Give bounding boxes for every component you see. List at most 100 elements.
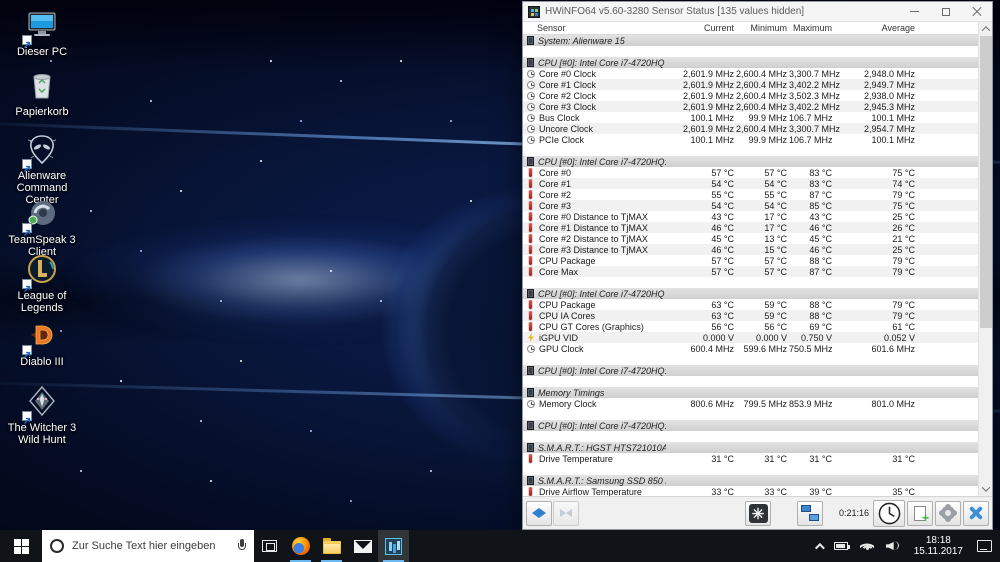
gear-icon bbox=[941, 506, 955, 520]
scrollbar-thumb[interactable] bbox=[980, 36, 992, 328]
sensor-icon bbox=[527, 81, 535, 89]
vertical-scrollbar[interactable] bbox=[978, 22, 992, 496]
desktop-icon-label: Papierkorb bbox=[15, 106, 68, 118]
collapse-columns-button[interactable] bbox=[553, 501, 579, 526]
microphone-icon[interactable] bbox=[238, 539, 246, 553]
sensor-label: Uncore Clock bbox=[539, 124, 593, 134]
sensor-row[interactable]: Core #3 54 °C 54 °C 85 °C 75 °C bbox=[523, 200, 978, 211]
sensor-section-row[interactable]: System: Alienware 15 bbox=[523, 35, 978, 46]
desktop-icon-alienware-command-center[interactable]: Alienware Command Center bbox=[0, 132, 84, 206]
desktop-icon-teamspeak[interactable]: TeamSpeak 3 Client bbox=[0, 196, 84, 258]
sensor-maximum-value: 85 °C bbox=[789, 201, 834, 211]
sensor-label: Core #0 bbox=[539, 168, 571, 178]
sensor-maximum-value: 3,300.7 MHz bbox=[789, 69, 834, 79]
sensor-row[interactable]: CPU GT Cores (Graphics) 56 °C 56 °C 69 °… bbox=[523, 321, 978, 332]
sensor-icon bbox=[529, 245, 532, 254]
sensor-row[interactable]: Core #1 54 °C 54 °C 83 °C 74 °C bbox=[523, 178, 978, 189]
sensor-row[interactable]: iGPU VID 0.000 V 0.000 V 0.750 V 0.052 V bbox=[523, 332, 978, 343]
maximize-button[interactable] bbox=[930, 2, 961, 21]
close-button[interactable] bbox=[961, 2, 992, 21]
sensor-average-value: 79 °C bbox=[834, 300, 917, 310]
sensor-section-row[interactable]: CPU [#0]: Intel Core i7-4720HQ bbox=[523, 288, 978, 299]
sensor-row[interactable]: Core #1 Distance to TjMAX 46 °C 17 °C 46… bbox=[523, 222, 978, 233]
search-input[interactable] bbox=[72, 540, 230, 552]
sensor-section-row[interactable]: CPU [#0]: Intel Core i7-4720HQ: C-State … bbox=[523, 365, 978, 376]
sensor-row[interactable]: CPU Package 63 °C 59 °C 88 °C 79 °C bbox=[523, 299, 978, 310]
scroll-up-arrow-icon[interactable] bbox=[979, 22, 993, 36]
close-icon bbox=[972, 7, 982, 17]
window-titlebar[interactable]: HWiNFO64 v5.60-3280 Sensor Status [135 v… bbox=[523, 2, 992, 22]
sensor-icon bbox=[527, 366, 534, 375]
taskbar-app-mail[interactable] bbox=[347, 530, 378, 562]
sensor-section-row[interactable]: S.M.A.R.T.: Samsung SSD 850 EVO M.2 500G… bbox=[523, 475, 978, 486]
expand-columns-button[interactable] bbox=[526, 501, 552, 526]
exit-button[interactable] bbox=[963, 501, 989, 526]
sensor-row[interactable]: Drive Airflow Temperature 33 °C 33 °C 39… bbox=[523, 486, 978, 496]
sensor-current-value: 2,601.9 MHz bbox=[666, 69, 736, 79]
start-button[interactable] bbox=[0, 530, 42, 562]
desktop-icon-dieser-pc[interactable]: Dieser PC bbox=[0, 8, 84, 58]
sensor-icon bbox=[527, 421, 534, 430]
logging-clock-button[interactable] bbox=[873, 500, 905, 527]
task-view-button[interactable] bbox=[254, 530, 285, 562]
sensor-row[interactable]: PCIe Clock 100.1 MHz 99.9 MHz 106.7 MHz … bbox=[523, 134, 978, 145]
sensor-current-value: 2,601.9 MHz bbox=[666, 91, 736, 101]
settings-button[interactable] bbox=[935, 501, 961, 526]
tray-clock[interactable]: 18:18 15.11.2017 bbox=[908, 535, 969, 557]
sensor-row[interactable]: CPU Package 57 °C 57 °C 88 °C 79 °C bbox=[523, 255, 978, 266]
sensor-row[interactable]: Core #3 Clock 2,601.9 MHz 2,600.4 MHz 3,… bbox=[523, 101, 978, 112]
tray-wifi-button[interactable] bbox=[856, 530, 878, 562]
sensor-row[interactable]: Bus Clock 100.1 MHz 99.9 MHz 106.7 MHz 1… bbox=[523, 112, 978, 123]
action-center-button[interactable] bbox=[973, 530, 996, 562]
minimize-button[interactable] bbox=[899, 2, 930, 21]
sensor-section-row[interactable]: S.M.A.R.T.: HGST HTS721010A9E630 (JR100X… bbox=[523, 442, 978, 453]
desktop-icon-witcher-3[interactable]: The Witcher 3 Wild Hunt bbox=[0, 384, 84, 446]
sensor-row[interactable]: Core #1 Clock 2,601.9 MHz 2,600.4 MHz 3,… bbox=[523, 79, 978, 90]
desktop-icon-diablo-3[interactable]: Diablo III bbox=[0, 318, 84, 368]
desktop-icon-papierkorb[interactable]: Papierkorb bbox=[0, 68, 84, 118]
sensor-row[interactable]: Core #0 57 °C 57 °C 83 °C 75 °C bbox=[523, 167, 978, 178]
sensor-section-row[interactable]: CPU [#0]: Intel Core i7-4720HQ bbox=[523, 57, 978, 68]
sensor-row[interactable]: Memory Clock 800.6 MHz 799.5 MHz 853.9 M… bbox=[523, 398, 978, 409]
report-button[interactable] bbox=[907, 501, 933, 526]
sensor-maximum-value: 853.9 MHz bbox=[789, 399, 834, 409]
computer-icon bbox=[24, 8, 60, 44]
sensor-row[interactable]: CPU IA Cores 63 °C 59 °C 88 °C 79 °C bbox=[523, 310, 978, 321]
sensor-row[interactable]: Core #2 Distance to TjMAX 45 °C 13 °C 45… bbox=[523, 233, 978, 244]
scroll-down-arrow-icon[interactable] bbox=[979, 482, 993, 496]
sensor-icon bbox=[527, 136, 535, 144]
sensor-row[interactable]: Core #3 Distance to TjMAX 46 °C 15 °C 46… bbox=[523, 244, 978, 255]
tray-chevron-up-button[interactable] bbox=[811, 530, 826, 562]
sensor-label: CPU [#0]: Intel Core i7-4720HQ bbox=[538, 58, 665, 68]
desktop-icon-league-of-legends[interactable]: League of Legends bbox=[0, 252, 84, 314]
sensor-section-row[interactable]: Memory Timings bbox=[523, 387, 978, 398]
sensor-row[interactable]: Drive Temperature 31 °C 31 °C 31 °C 31 °… bbox=[523, 453, 978, 464]
sensor-icon bbox=[529, 256, 532, 265]
sensor-row[interactable]: Core #2 Clock 2,601.9 MHz 2,600.4 MHz 3,… bbox=[523, 90, 978, 101]
sensor-maximum-value: 106.7 MHz bbox=[789, 135, 834, 145]
sensor-label: Core #2 Distance to TjMAX bbox=[539, 234, 648, 244]
sensor-section-row[interactable]: CPU [#0]: Intel Core i7-4720HQ: Performa… bbox=[523, 420, 978, 431]
sensor-spacer-row bbox=[523, 376, 978, 387]
sensor-row[interactable]: GPU Clock 600.4 MHz 599.6 MHz 750.5 MHz … bbox=[523, 343, 978, 354]
taskbar-search[interactable] bbox=[42, 530, 254, 562]
sensor-row[interactable]: Core Max 57 °C 57 °C 87 °C 79 °C bbox=[523, 266, 978, 277]
sensor-row[interactable]: Core #0 Distance to TjMAX 43 °C 17 °C 43… bbox=[523, 211, 978, 222]
teamspeak-icon bbox=[24, 196, 60, 232]
sensor-row[interactable]: Core #2 55 °C 55 °C 87 °C 79 °C bbox=[523, 189, 978, 200]
taskbar-app-file-explorer[interactable] bbox=[316, 530, 347, 562]
fan-control-button[interactable] bbox=[745, 501, 771, 526]
taskbar-app-hwinfo[interactable] bbox=[378, 530, 409, 562]
arrow-left-icon bbox=[532, 508, 539, 518]
column-header-maximum: Maximum bbox=[789, 23, 834, 33]
tray-volume-button[interactable] bbox=[882, 530, 904, 562]
window-statusbar: 0:21:16 bbox=[523, 496, 992, 529]
sensor-row[interactable]: Core #0 Clock 2,601.9 MHz 2,600.4 MHz 3,… bbox=[523, 68, 978, 79]
remote-monitoring-button[interactable] bbox=[797, 501, 823, 526]
sensor-section-row[interactable]: CPU [#0]: Intel Core i7-4720HQ: DTS bbox=[523, 156, 978, 167]
tray-battery-button[interactable] bbox=[830, 530, 852, 562]
sensor-table-body: System: Alienware 15 CPU [#0]: Intel Cor… bbox=[523, 35, 978, 496]
taskbar-app-firefox[interactable] bbox=[285, 530, 316, 562]
sensor-row[interactable]: Uncore Clock 2,601.9 MHz 2,600.4 MHz 3,3… bbox=[523, 123, 978, 134]
sensor-minimum-value: 55 °C bbox=[736, 190, 789, 200]
